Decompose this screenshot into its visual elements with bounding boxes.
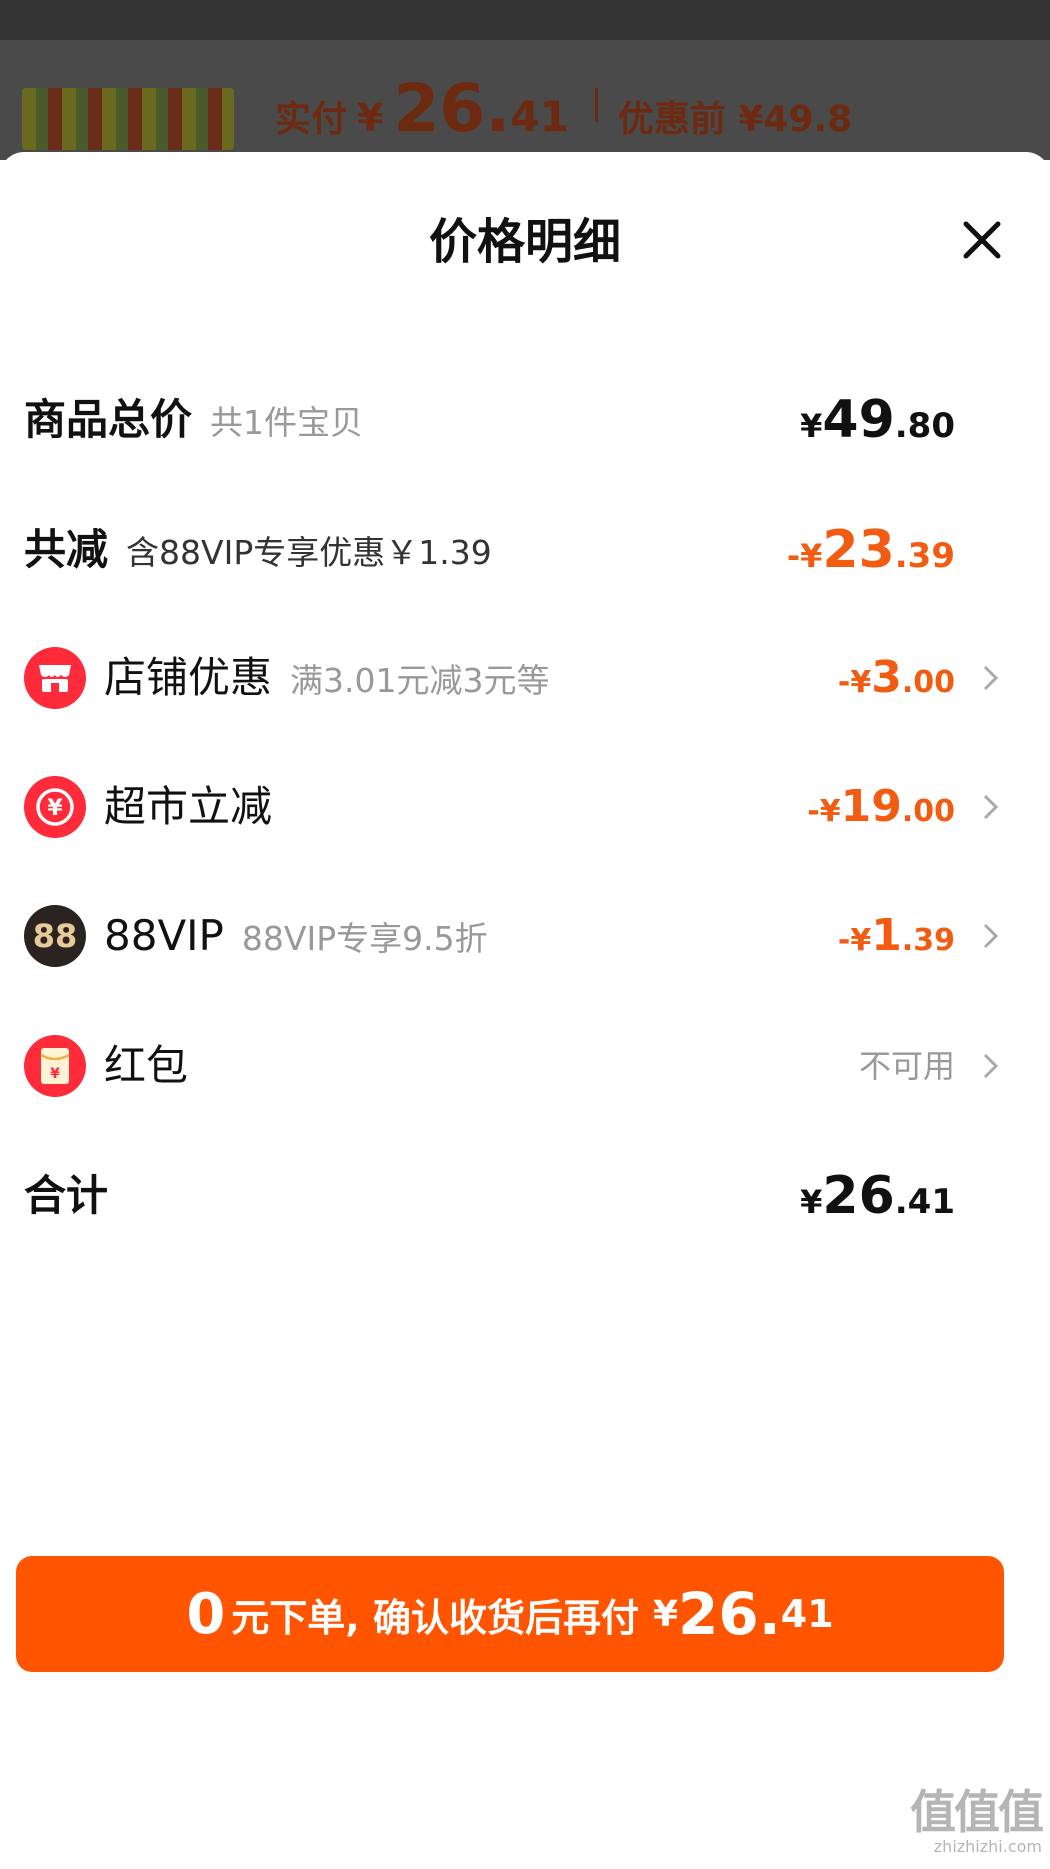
site-watermark: 值值值 zhizhizhi.com [910, 1785, 1044, 1856]
red-packet-icon: ¥ [24, 1035, 86, 1097]
shop-discount-amount: -¥3.00 [837, 652, 955, 703]
svg-text:¥: ¥ [47, 796, 63, 821]
order-summary-backdrop: 实付 ¥ 26. 41 优惠前 ¥49.8 [0, 0, 1050, 160]
chevron-right-icon [974, 920, 1006, 952]
paid-dec: 41 [510, 92, 569, 141]
yuan-coin-icon: ¥ [24, 776, 86, 838]
svg-text:¥: ¥ [50, 1066, 60, 1082]
red-packet-status: 不可用 [858, 1047, 955, 1085]
vip-discount-amount: -¥1.39 [837, 910, 955, 961]
paid-amount: 实付 ¥ 26. 41 优惠前 ¥49.8 [275, 70, 853, 147]
sum-amount: ¥26.41 [800, 1166, 955, 1226]
pay-text: 元下单, 确认收货后再付 [231, 1595, 639, 1640]
watermark-logo: 值值值 [910, 1785, 1044, 1839]
paid-int: 26. [393, 70, 511, 147]
row-sum-total: 合计 ¥26.41 [0, 1151, 1050, 1241]
pay-zero: 0 [186, 1581, 226, 1647]
paid-yen: ¥ [357, 96, 384, 140]
row-shop-discount[interactable]: 店铺优惠 满3.01元减3元等 -¥3.00 [0, 633, 1050, 723]
watermark-url: zhizhizhi.com [933, 1837, 1042, 1856]
chevron-right-icon [974, 662, 1006, 694]
sheet-title: 价格明细 [428, 214, 621, 270]
vip-desc: 88VIP专享9.5折 [241, 919, 488, 958]
pay-int: 26. [678, 1580, 781, 1648]
chevron-right-icon [974, 1050, 1006, 1082]
reduction-amount: -¥23.39 [786, 520, 955, 580]
goods-total-label: 商品总价 共1件宝贝 [24, 395, 364, 444]
row-market-discount[interactable]: ¥ 超市立减 -¥19.00 [0, 762, 1050, 852]
vip-88-icon: 88 [24, 905, 86, 967]
backdrop-top-band [0, 0, 1050, 40]
chevron-right-icon [974, 791, 1006, 823]
row-red-packet[interactable]: ¥ 红包 不可用 [0, 1021, 1050, 1111]
shop-discount-label: 店铺优惠 满3.01元减3元等 [104, 653, 550, 702]
pay-dec: 41 [780, 1592, 834, 1636]
product-thumbnail [22, 88, 234, 150]
vip-discount-note: 含88VIP专享优惠￥1.39 [126, 533, 492, 572]
red-packet-label: 红包 [104, 1041, 189, 1090]
paid-label: 实付 [275, 99, 348, 140]
order-now-button[interactable]: 0 元下单, 确认收货后再付 ¥ 26. 41 [16, 1556, 1004, 1672]
shop-discount-desc: 满3.01元减3元等 [290, 661, 550, 700]
vip-label: 88VIP 88VIP专享9.5折 [104, 911, 488, 960]
row-goods-total: 商品总价 共1件宝贝 ¥49.80 [0, 375, 1050, 465]
row-total-reduction: 共减 含88VIP专享优惠￥1.39 -¥23.39 [0, 505, 1050, 595]
paid-separator [594, 88, 598, 122]
market-discount-amount: -¥19.00 [807, 781, 955, 832]
goods-total-amount: ¥49.80 [800, 390, 955, 450]
goods-count: 共1件宝贝 [210, 403, 364, 442]
price-before-discount: 优惠前 ¥49.8 [617, 99, 853, 140]
close-icon[interactable] [958, 216, 1006, 264]
pay-yen: ¥ [652, 1593, 679, 1635]
sum-label: 合计 [24, 1171, 109, 1220]
shop-icon [24, 647, 86, 709]
reduction-label: 共减 含88VIP专享优惠￥1.39 [24, 525, 492, 574]
row-88vip[interactable]: 88 88VIP 88VIP专享9.5折 -¥1.39 [0, 891, 1050, 981]
market-discount-label: 超市立减 [104, 782, 273, 831]
